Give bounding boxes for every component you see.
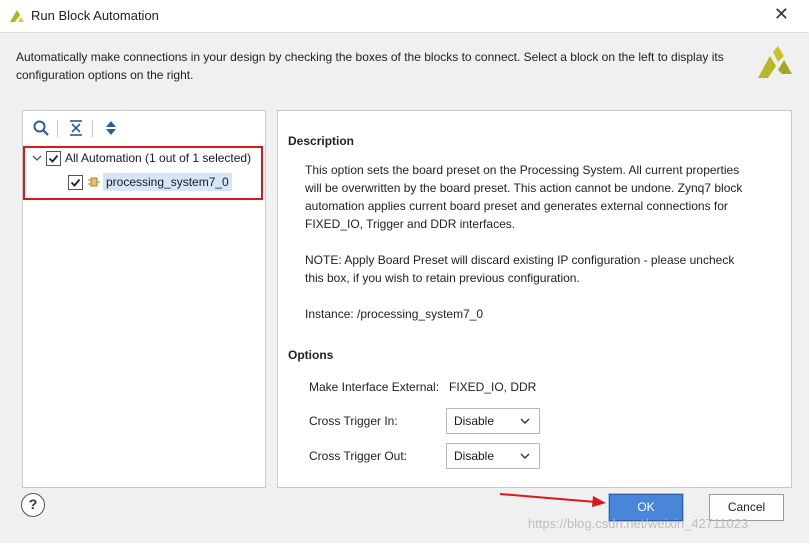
title-bar: Run Block Automation ✕ bbox=[0, 0, 809, 33]
intro-text: Automatically make connections in your d… bbox=[16, 48, 736, 84]
cross-trigger-in-select[interactable]: Disable bbox=[446, 408, 540, 434]
close-icon[interactable]: ✕ bbox=[774, 4, 789, 25]
cross-trigger-in-value: Disable bbox=[454, 414, 495, 428]
tree-toolbar bbox=[23, 111, 265, 145]
all-automation-checkbox[interactable] bbox=[46, 150, 61, 166]
processing-system-checkbox[interactable] bbox=[68, 174, 83, 190]
processing-system-label: processing_system7_0 bbox=[103, 173, 232, 191]
options-header: Options bbox=[288, 348, 334, 362]
xilinx-logo-icon bbox=[758, 46, 792, 78]
toolbar-separator bbox=[57, 120, 58, 137]
chevron-down-icon bbox=[520, 418, 530, 424]
annotation-arrow-icon bbox=[499, 493, 606, 507]
instance-text: Instance: /processing_system7_0 bbox=[305, 307, 484, 321]
cross-trigger-out-select[interactable]: Disable bbox=[446, 443, 540, 469]
watermark-text: https://blog.csdn.net/weixin_42711023 bbox=[528, 516, 749, 531]
search-icon[interactable] bbox=[32, 119, 50, 137]
cross-trigger-out-value: Disable bbox=[454, 449, 495, 463]
cross-trigger-in-label: Cross Trigger In: bbox=[309, 414, 398, 428]
description-line: will be overwritten by the board preset.… bbox=[305, 181, 743, 195]
tree-item-processing-system[interactable]: processing_system7_0 bbox=[68, 171, 232, 193]
note-line: NOTE: Apply Board Preset will discard ex… bbox=[305, 253, 735, 267]
checkmark-icon bbox=[70, 178, 81, 187]
checkmark-icon bbox=[48, 154, 59, 163]
intro-line-2: configuration options on the right. bbox=[16, 68, 194, 82]
make-external-label: Make Interface External: bbox=[309, 380, 440, 394]
toolbar-separator bbox=[92, 120, 93, 137]
collapse-all-icon[interactable] bbox=[67, 119, 85, 137]
intro-line-1: Automatically make connections in your d… bbox=[16, 50, 724, 64]
description-text: This option sets the board preset on the… bbox=[305, 161, 775, 341]
block-tree-panel: All Automation (1 out of 1 selected) pro… bbox=[22, 110, 266, 488]
description-line: FIXED_IO, Trigger and DDR interfaces. bbox=[305, 217, 516, 231]
all-automation-label: All Automation (1 out of 1 selected) bbox=[65, 151, 252, 165]
chevron-down-icon bbox=[520, 453, 530, 459]
description-line: automation applies current board preset … bbox=[305, 199, 728, 213]
ip-block-icon bbox=[88, 177, 100, 187]
description-line: This option sets the board preset on the… bbox=[305, 163, 740, 177]
tree-item-all-automation[interactable]: All Automation (1 out of 1 selected) bbox=[31, 147, 251, 169]
description-header: Description bbox=[288, 134, 355, 148]
cross-trigger-out-label: Cross Trigger Out: bbox=[309, 449, 408, 463]
window-title: Run Block Automation bbox=[31, 8, 159, 23]
vivado-logo-icon bbox=[10, 10, 24, 22]
expand-all-icon[interactable] bbox=[102, 119, 120, 137]
configuration-panel: Description This option sets the board p… bbox=[277, 110, 792, 488]
help-button[interactable]: ? bbox=[21, 493, 45, 517]
note-line: this box, if you wish to retain previous… bbox=[305, 271, 580, 285]
chevron-down-icon[interactable] bbox=[31, 152, 43, 164]
make-external-value: FIXED_IO, DDR bbox=[449, 380, 537, 394]
